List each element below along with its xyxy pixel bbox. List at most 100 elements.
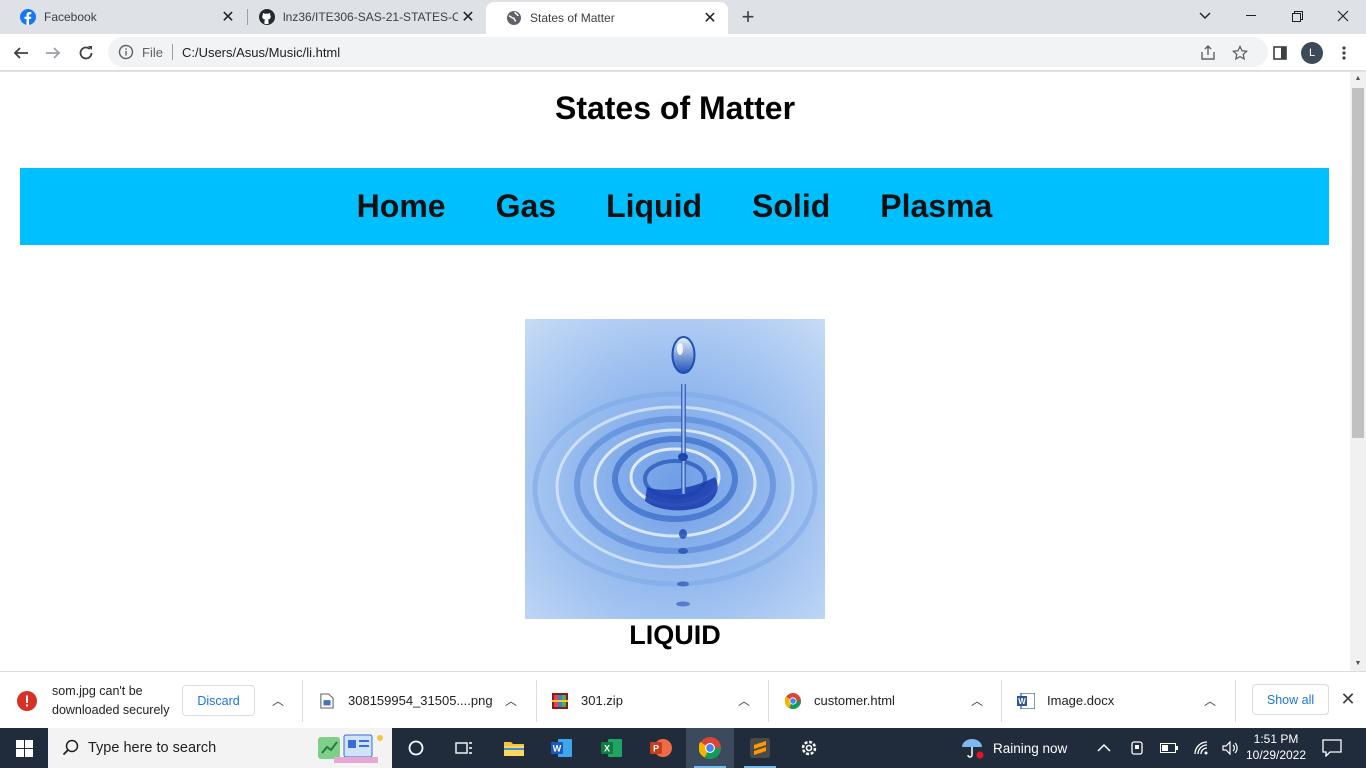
scrollbar-thumb[interactable] [1352,88,1364,438]
sublime-text-icon[interactable] [736,728,784,768]
chevron-up-icon[interactable]: ︿ [1202,693,1218,709]
download-item[interactable]: 301.zip [552,672,623,729]
close-window-icon[interactable] [1320,0,1366,32]
water-drop-image [525,319,825,619]
download-filename: 308159954_31505....png [348,693,493,708]
globe-icon [507,11,521,25]
bookmark-star-icon[interactable] [1226,39,1254,67]
svg-text:W: W [1018,697,1026,706]
address-bar[interactable]: File C:/Users/Asus/Music/li.html [108,37,1268,67]
nav-link-liquid[interactable]: Liquid [606,188,702,225]
tab-search-chevron-icon[interactable] [1182,0,1228,32]
svg-text:W: W [553,744,562,754]
page-viewport: States of Matter Home Gas Liquid Solid P… [0,72,1350,671]
meet-now-icon[interactable] [1130,728,1144,768]
tray-overflow-chevron-icon[interactable] [1097,728,1111,768]
clock-time: 1:51 PM [1253,732,1299,746]
battery-icon[interactable] [1160,728,1178,768]
download-item-chevron[interactable]: ︿ [270,672,286,729]
tab-facebook[interactable]: Facebook ✕ [0,0,246,34]
page-scrollbar[interactable]: ▲ ▼ [1350,72,1366,671]
nav-link-solid[interactable]: Solid [752,188,830,225]
taskbar-search-input[interactable]: Type here to search [48,728,392,768]
error-icon [17,690,37,711]
download-item-chevron[interactable]: ︿ [969,672,985,729]
shelf-divider [536,680,537,722]
windows-taskbar: Type here to search W X P Raining now 1:… [0,728,1366,768]
chevron-up-icon[interactable]: ︿ [969,693,985,709]
search-highlight-illustration-icon [318,734,383,763]
url-text[interactable]: C:/Users/Asus/Music/li.html [182,45,340,60]
download-filename: customer.html [814,693,895,708]
download-warning-text: som.jpg can't be downloaded securely [52,682,169,720]
svg-text:P: P [653,744,659,754]
chevron-up-icon[interactable]: ︿ [503,693,519,709]
windows-start-icon[interactable] [0,728,48,768]
download-item-chevron[interactable]: ︿ [1202,672,1218,729]
address-divider [171,44,173,60]
clock-date: 10/29/2022 [1245,748,1307,762]
download-item[interactable]: W Image.docx [1017,672,1114,729]
new-tab-button[interactable]: + [737,6,759,29]
kebab-menu-icon[interactable] [1330,39,1358,67]
nav-link-gas[interactable]: Gas [496,188,556,225]
svg-text:X: X [604,744,610,754]
task-view-icon[interactable] [440,728,488,768]
download-item[interactable]: customer.html [785,672,895,729]
show-all-downloads-button[interactable]: Show all [1252,684,1329,715]
shelf-divider [768,680,769,722]
restore-window-icon[interactable] [1274,0,1320,32]
image-caption: LIQUID [629,620,721,650]
close-tab-icon[interactable]: ✕ [218,7,238,27]
excel-app-icon[interactable]: X [588,728,636,768]
tab-title: States of Matter [530,11,615,25]
chevron-up-icon[interactable]: ︿ [270,693,286,709]
wifi-icon[interactable] [1194,728,1210,768]
site-info-icon[interactable] [118,44,134,60]
chrome-html-icon [785,692,801,709]
powerpoint-app-icon[interactable]: P [637,728,685,768]
search-icon [62,739,79,756]
weather-text: Raining now [993,740,1068,756]
rain-umbrella-icon [962,739,984,759]
tab-title: lnz36/ITE306-SAS-21-STATES-OF [283,10,458,24]
forward-arrow-icon[interactable] [39,39,67,67]
nav-link-home[interactable]: Home [357,188,446,225]
taskbar-clock[interactable]: 1:51 PM 10/29/2022 [1243,731,1309,763]
reload-icon[interactable] [72,39,100,67]
download-warning-item: som.jpg can't be downloaded securely [17,672,169,729]
close-tab-icon[interactable]: ✕ [458,7,478,27]
close-shelf-icon[interactable]: ✕ [1338,689,1358,709]
tab-github[interactable]: lnz36/ITE306-SAS-21-STATES-OF ✕ [239,0,486,34]
cortana-icon[interactable] [392,728,440,768]
share-icon[interactable] [1194,39,1222,67]
download-item[interactable]: 308159954_31505....png [320,672,493,729]
profile-avatar[interactable]: L [1301,42,1323,64]
nav-link-plasma[interactable]: Plasma [880,188,992,225]
download-item-chevron[interactable]: ︿ [736,672,752,729]
scroll-up-arrow-icon[interactable]: ▲ [1350,72,1366,86]
zip-archive-icon [552,692,568,709]
tab-states-of-matter[interactable]: States of Matter ✕ [486,2,728,34]
minimize-window-icon[interactable] [1228,0,1274,32]
volume-icon[interactable] [1222,728,1240,768]
main-navbar: Home Gas Liquid Solid Plasma [20,168,1329,245]
download-item-chevron[interactable]: ︿ [503,672,519,729]
word-app-icon[interactable]: W [538,728,586,768]
warning-line-2: downloaded securely [52,702,170,717]
tab-strip: Facebook ✕ lnz36/ITE306-SAS-21-STATES-OF… [0,0,1366,34]
scroll-down-arrow-icon[interactable]: ▼ [1350,657,1366,671]
word-doc-icon: W [1017,692,1035,709]
side-panel-icon[interactable] [1266,39,1294,67]
settings-gear-icon[interactable] [785,728,833,768]
notifications-icon[interactable] [1322,728,1342,768]
chrome-app-icon[interactable] [686,728,734,768]
download-filename: Image.docx [1047,693,1115,708]
chevron-up-icon[interactable]: ︿ [736,693,752,709]
close-tab-icon[interactable]: ✕ [700,8,720,28]
back-arrow-icon[interactable] [7,39,35,67]
file-explorer-icon[interactable] [490,728,538,768]
weather-widget[interactable]: Raining now [960,728,1067,768]
tab-title: Facebook [44,10,97,24]
discard-button[interactable]: Discard [182,685,255,716]
